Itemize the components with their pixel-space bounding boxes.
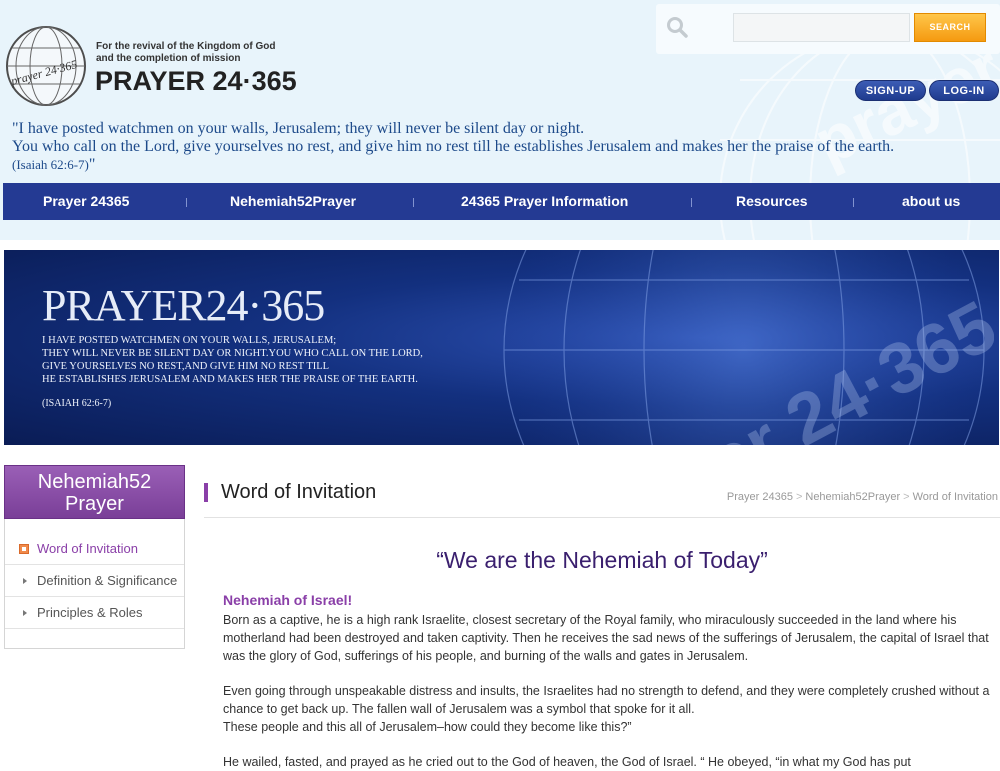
brand-name[interactable]: PRAYER 24·365 (95, 66, 297, 97)
divider (204, 517, 1000, 518)
article-paragraph: Even going through unspeakable distress … (223, 684, 990, 716)
log-in-button[interactable]: LOG-IN (929, 80, 999, 101)
nav-divider (186, 198, 187, 207)
arrow-right-icon (23, 578, 27, 584)
article-subheading: Nehemiah of Israel! (223, 592, 353, 608)
banner-verse-line: I have posted watchmen on your walls, Je… (42, 335, 337, 346)
banner-verse-line: he establishes Jerusalem and makes her t… (42, 374, 418, 385)
banner-verse: I have posted watchmen on your walls, Je… (42, 334, 423, 386)
site-logo[interactable]: prayer 24·365 (4, 24, 88, 108)
sidebar-title-line-2: Prayer (65, 493, 124, 515)
verse-line-2: You who call on the Lord, give yourselve… (12, 138, 895, 155)
nav-divider (413, 198, 414, 207)
sign-up-button[interactable]: SIGN-UP (855, 80, 926, 101)
banner-title: PRAYER24·365 (42, 281, 325, 330)
sidebar-item-principles-roles[interactable]: Principles & Roles (5, 597, 184, 629)
sidebar-title-line-1: Nehemiah52 (37, 471, 152, 493)
sidebar-item-label: Definition & Significance (37, 573, 178, 588)
chevron-right-icon: > (903, 491, 910, 503)
article-paragraph: Born as a captive, he is a high rank Isr… (223, 613, 989, 663)
verse-reference: (Isaiah 62:6-7) (12, 157, 89, 172)
nav-item-nehemiah52prayer[interactable]: Nehemiah52Prayer (230, 193, 356, 209)
page-title: Word of Invitation (221, 481, 377, 503)
sidebar-title: Nehemiah52 Prayer (4, 465, 185, 519)
search-icon (667, 17, 688, 38)
globe-graphic: prayer 24·365 (503, 250, 994, 445)
sidebar-item-label: Principles & Roles (37, 605, 143, 620)
title-accent-bar (204, 483, 208, 502)
article-paragraph: He wailed, fasted, and prayed as he crie… (223, 755, 911, 769)
article-paragraph: These people and this all of Jerusalem–h… (223, 720, 632, 734)
sidebar-item-word-of-invitation[interactable]: Word of Invitation (5, 533, 184, 565)
nav-item-about-us[interactable]: about us (902, 193, 960, 209)
main-nav: Prayer 24365 Nehemiah52Prayer 24365 Pray… (3, 183, 1000, 220)
banner-verse-line: give yourselves no rest,and give him no … (42, 361, 330, 372)
breadcrumb-item-current: Word of Invitation (912, 491, 998, 503)
search-button[interactable]: SEARCH (914, 13, 986, 42)
article-body: Born as a captive, he is a high rank Isr… (223, 611, 998, 771)
banner-verse-line: they will never be silent day or night.Y… (42, 348, 423, 359)
nav-divider (691, 198, 692, 207)
nav-item-prayer-24365[interactable]: Prayer 24365 (43, 193, 129, 209)
search-input[interactable] (733, 13, 910, 42)
breadcrumb: Prayer 24365 > Nehemiah52Prayer > Word of In… (727, 491, 998, 503)
tagline-line-2: and the completion of mission (96, 53, 241, 64)
arrow-right-icon (23, 610, 27, 616)
verse-close-quote: " (88, 156, 96, 173)
nav-divider (853, 198, 854, 207)
breadcrumb-item[interactable]: Prayer 24365 (727, 491, 793, 503)
nav-item-prayer-information[interactable]: 24365 Prayer Information (461, 193, 628, 209)
sidebar-item-definition-significance[interactable]: Definition & Significance (5, 565, 184, 597)
verse-line-1: "I have posted watchmen on your walls, J… (12, 120, 585, 137)
tagline: For the revival of the Kingdom of God an… (96, 41, 275, 65)
sidebar-menu: Word of Invitation Definition & Signific… (4, 519, 185, 649)
header-verse: "I have posted watchmen on your walls, J… (12, 120, 1000, 174)
article-headline: “We are the Nehemiah of Today” (436, 547, 768, 573)
breadcrumb-item[interactable]: Nehemiah52Prayer (805, 491, 900, 503)
tagline-line-1: For the revival of the Kingdom of God (96, 41, 276, 52)
sidebar-item-label: Word of Invitation (37, 541, 138, 556)
active-bullet-icon (19, 544, 29, 554)
hero-banner: prayer 24·365 PRAYER24·365 I have posted… (4, 250, 999, 445)
chevron-right-icon: > (795, 491, 803, 503)
nav-item-resources[interactable]: Resources (736, 193, 808, 209)
banner-verse-reference: (Isaiah 62:6-7) (42, 398, 112, 409)
